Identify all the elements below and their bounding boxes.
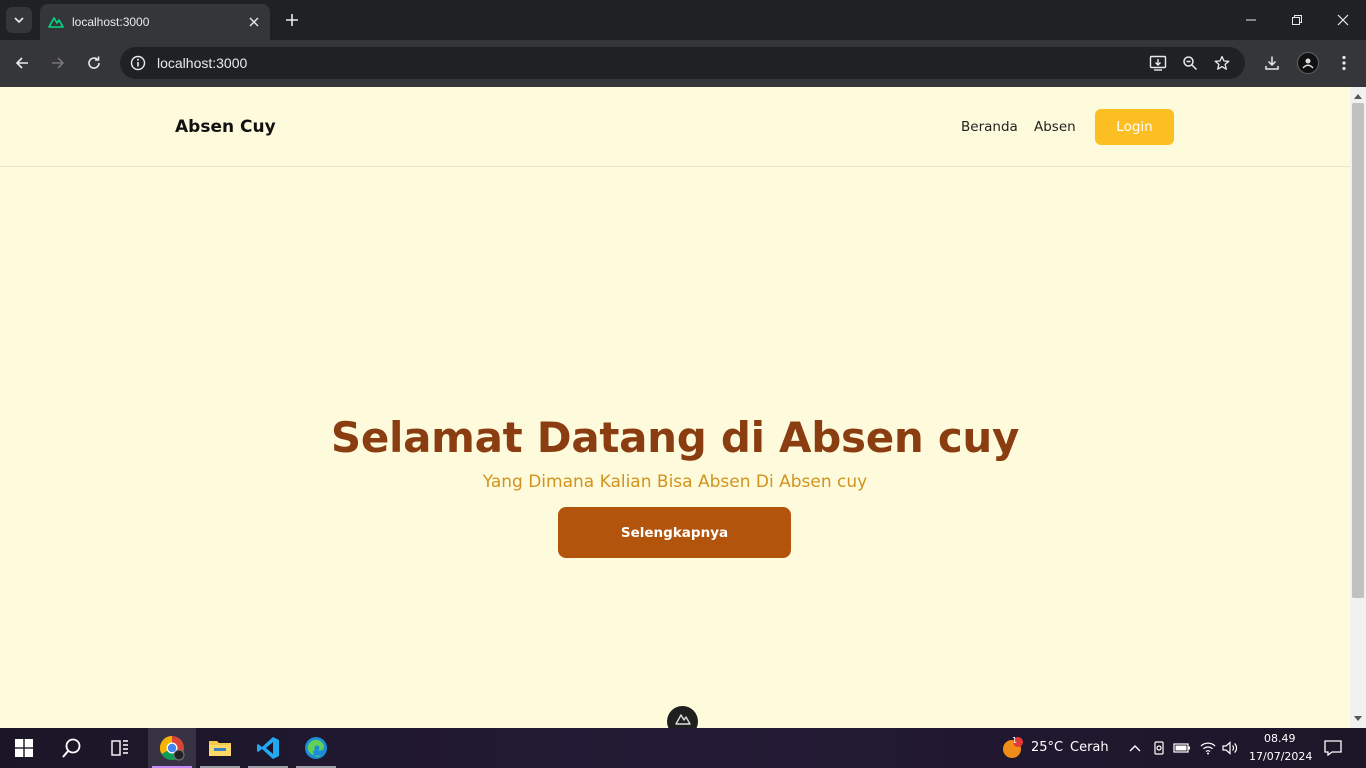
close-icon	[1337, 14, 1349, 26]
windows-icon	[15, 739, 33, 757]
edge-icon	[305, 737, 327, 759]
battery-icon[interactable]	[1172, 738, 1192, 758]
taskbar-vscode[interactable]	[244, 728, 292, 768]
arrow-right-icon	[52, 57, 65, 69]
notification-icon[interactable]	[1323, 738, 1343, 758]
taskbar-edge[interactable]	[292, 728, 340, 768]
page-viewport: Absen Cuy Beranda Absen Login Selamat Da…	[0, 87, 1350, 728]
weather-temperature[interactable]: 25°C	[1031, 740, 1063, 755]
taskbar-search-button[interactable]	[48, 728, 96, 768]
more-menu-icon[interactable]	[1333, 52, 1355, 74]
weather-alert-badge: 1	[1012, 736, 1018, 745]
task-view-button[interactable]	[96, 728, 144, 768]
login-button[interactable]: Login	[1095, 109, 1174, 145]
scroll-up-icon[interactable]	[1354, 92, 1362, 100]
nuxt-icon	[48, 14, 64, 30]
downloads-icon[interactable]	[1261, 52, 1283, 74]
vscode-icon	[257, 737, 279, 759]
weather-condition[interactable]: Cerah	[1070, 740, 1109, 755]
install-app-icon[interactable]	[1148, 53, 1168, 73]
minimize-icon	[1246, 19, 1256, 21]
url-text[interactable]: localhost:3000	[157, 55, 247, 71]
tab-search-button[interactable]	[6, 7, 32, 33]
taskbar-file-explorer[interactable]	[196, 728, 244, 768]
start-button[interactable]	[0, 728, 48, 768]
site-header: Absen Cuy Beranda Absen Login	[0, 87, 1350, 167]
arrow-left-icon	[15, 57, 28, 69]
back-button[interactable]	[8, 49, 36, 77]
bookmark-star-icon[interactable]	[1212, 53, 1232, 73]
reload-button[interactable]	[80, 49, 108, 77]
search-icon	[62, 738, 81, 758]
nav-link-beranda[interactable]: Beranda	[961, 119, 1018, 135]
clock-date[interactable]: 17/07/2024	[1249, 750, 1312, 763]
minimize-button[interactable]	[1237, 6, 1265, 34]
nav-link-absen[interactable]: Absen	[1034, 119, 1076, 135]
restore-icon	[1292, 15, 1302, 25]
new-tab-button[interactable]	[280, 8, 304, 32]
browser-tab[interactable]: localhost:3000	[40, 4, 270, 40]
plus-icon	[286, 14, 298, 26]
folder-icon	[209, 741, 231, 756]
browser-toolbar: localhost:3000	[0, 40, 1366, 87]
scroll-down-icon[interactable]	[1354, 715, 1362, 723]
task-view-icon	[111, 740, 128, 756]
meet-now-icon[interactable]	[1149, 738, 1169, 758]
restore-button[interactable]	[1283, 6, 1311, 34]
selengkapnya-button[interactable]: Selengkapnya	[558, 507, 791, 558]
nuxt-devtools-button[interactable]	[667, 706, 698, 728]
wifi-icon[interactable]	[1198, 738, 1218, 758]
chevron-up-icon[interactable]	[1125, 738, 1145, 758]
browser-tab-bar: localhost:3000	[0, 0, 1366, 40]
profile-avatar[interactable]	[1297, 52, 1319, 74]
site-info-icon[interactable]	[128, 53, 148, 73]
close-tab-icon[interactable]	[244, 12, 264, 32]
site-brand[interactable]: Absen Cuy	[175, 117, 276, 137]
scroll-thumb[interactable]	[1352, 103, 1364, 598]
close-window-button[interactable]	[1329, 6, 1357, 34]
hero-subtitle: Yang Dimana Kalian Bisa Absen Di Absen c…	[482, 472, 868, 492]
chevron-down-icon	[14, 17, 24, 24]
volume-icon[interactable]	[1220, 738, 1240, 758]
taskbar-chrome[interactable]	[148, 728, 196, 768]
page-scrollbar[interactable]	[1350, 87, 1366, 728]
zoom-icon[interactable]	[1180, 53, 1200, 73]
tab-title: localhost:3000	[72, 15, 150, 29]
chrome-icon	[159, 736, 185, 761]
taskbar: 1 25°C Cerah 08.49 17/07/2024	[0, 728, 1366, 768]
forward-button[interactable]	[44, 49, 72, 77]
nuxt-icon	[674, 714, 691, 725]
address-bar[interactable]: localhost:3000	[120, 47, 1245, 79]
clock-time[interactable]: 08.49	[1264, 732, 1296, 745]
hero-title: Selamat Datang di Absen cuy	[330, 413, 1020, 462]
reload-icon	[88, 56, 100, 69]
